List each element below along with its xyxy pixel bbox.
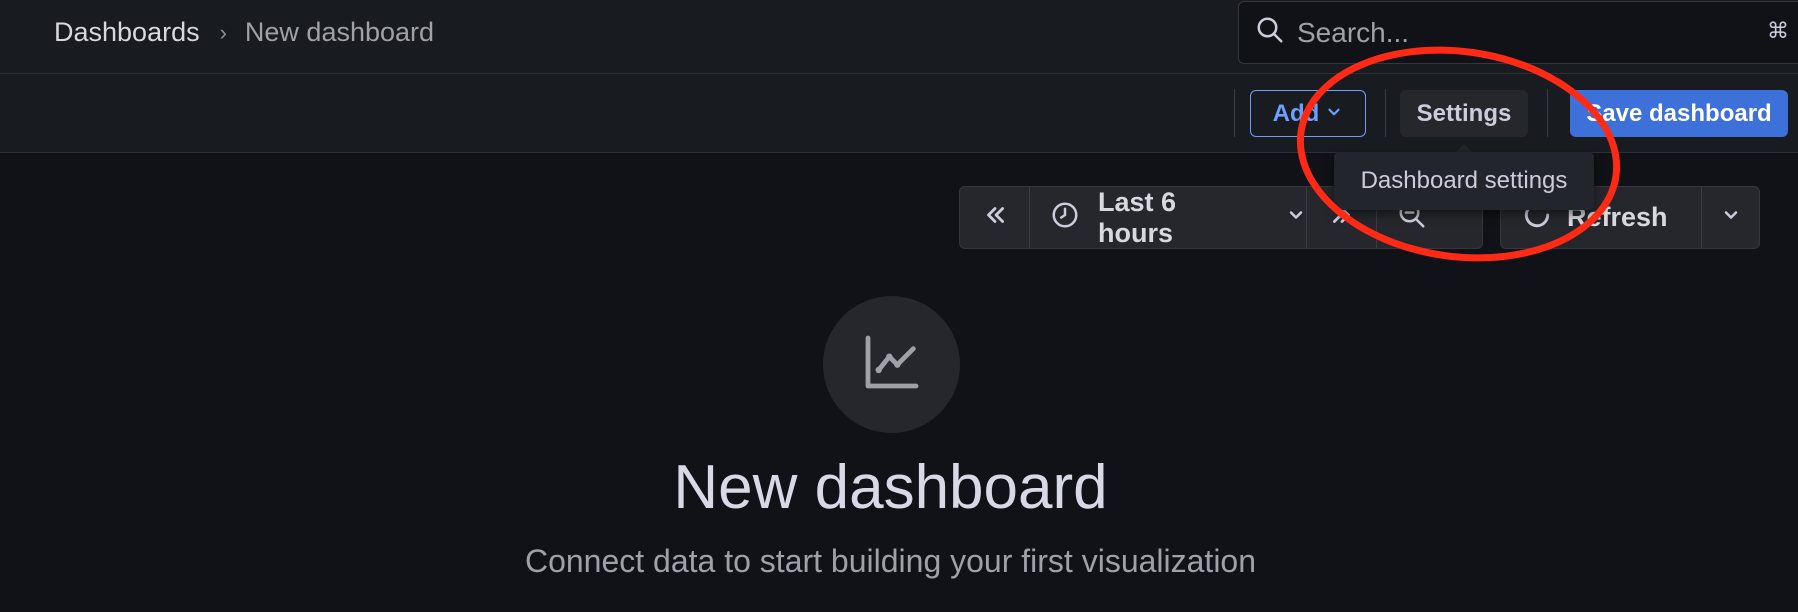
empty-state-subtitle: Connect data to start building your firs…: [524, 543, 1257, 579]
time-shift-back-button[interactable]: [960, 187, 1029, 248]
refresh-interval-dropdown[interactable]: [1702, 187, 1759, 248]
empty-state-icon-container: [823, 296, 960, 433]
chart-line-icon: [860, 330, 924, 399]
time-range-picker[interactable]: Last 6 hours: [1030, 187, 1306, 248]
empty-state-title: New dashboard: [673, 453, 1108, 522]
breadcrumb-dashboards-link[interactable]: Dashboards: [54, 17, 200, 48]
chevron-down-icon: [1721, 205, 1741, 230]
search-shortcut-hint: ⌘: [1767, 18, 1789, 43]
settings-tooltip: Dashboard settings: [1334, 152, 1594, 210]
time-range-label: Last 6 hours: [1098, 186, 1177, 248]
breadcrumb: Dashboards › New dashboard: [54, 17, 434, 48]
toolbar-divider: [1547, 89, 1548, 137]
settings-button[interactable]: Settings: [1400, 90, 1528, 137]
add-button[interactable]: Add: [1250, 90, 1366, 137]
breadcrumb-current: New dashboard: [244, 17, 435, 47]
search-icon: [1255, 15, 1297, 50]
toolbar-divider: [1234, 89, 1235, 137]
clock-icon: [1050, 200, 1080, 235]
add-button-label: Add: [1272, 99, 1320, 127]
breadcrumb-separator: ›: [219, 19, 227, 45]
save-dashboard-button[interactable]: Save dashboard: [1570, 90, 1788, 137]
toolbar-divider: [1385, 89, 1386, 137]
chevrons-left-icon: [982, 202, 1008, 233]
search-input[interactable]: Search... ⌘: [1238, 1, 1798, 64]
search-placeholder: Search...: [1297, 16, 1410, 48]
chevron-down-icon: [1286, 205, 1306, 230]
top-bar: Dashboards › New dashboard Search... ⌘: [0, 0, 1798, 74]
chevron-down-icon: [1325, 100, 1343, 128]
dashboard-toolbar: Add Settings Save dashboard: [0, 74, 1798, 153]
